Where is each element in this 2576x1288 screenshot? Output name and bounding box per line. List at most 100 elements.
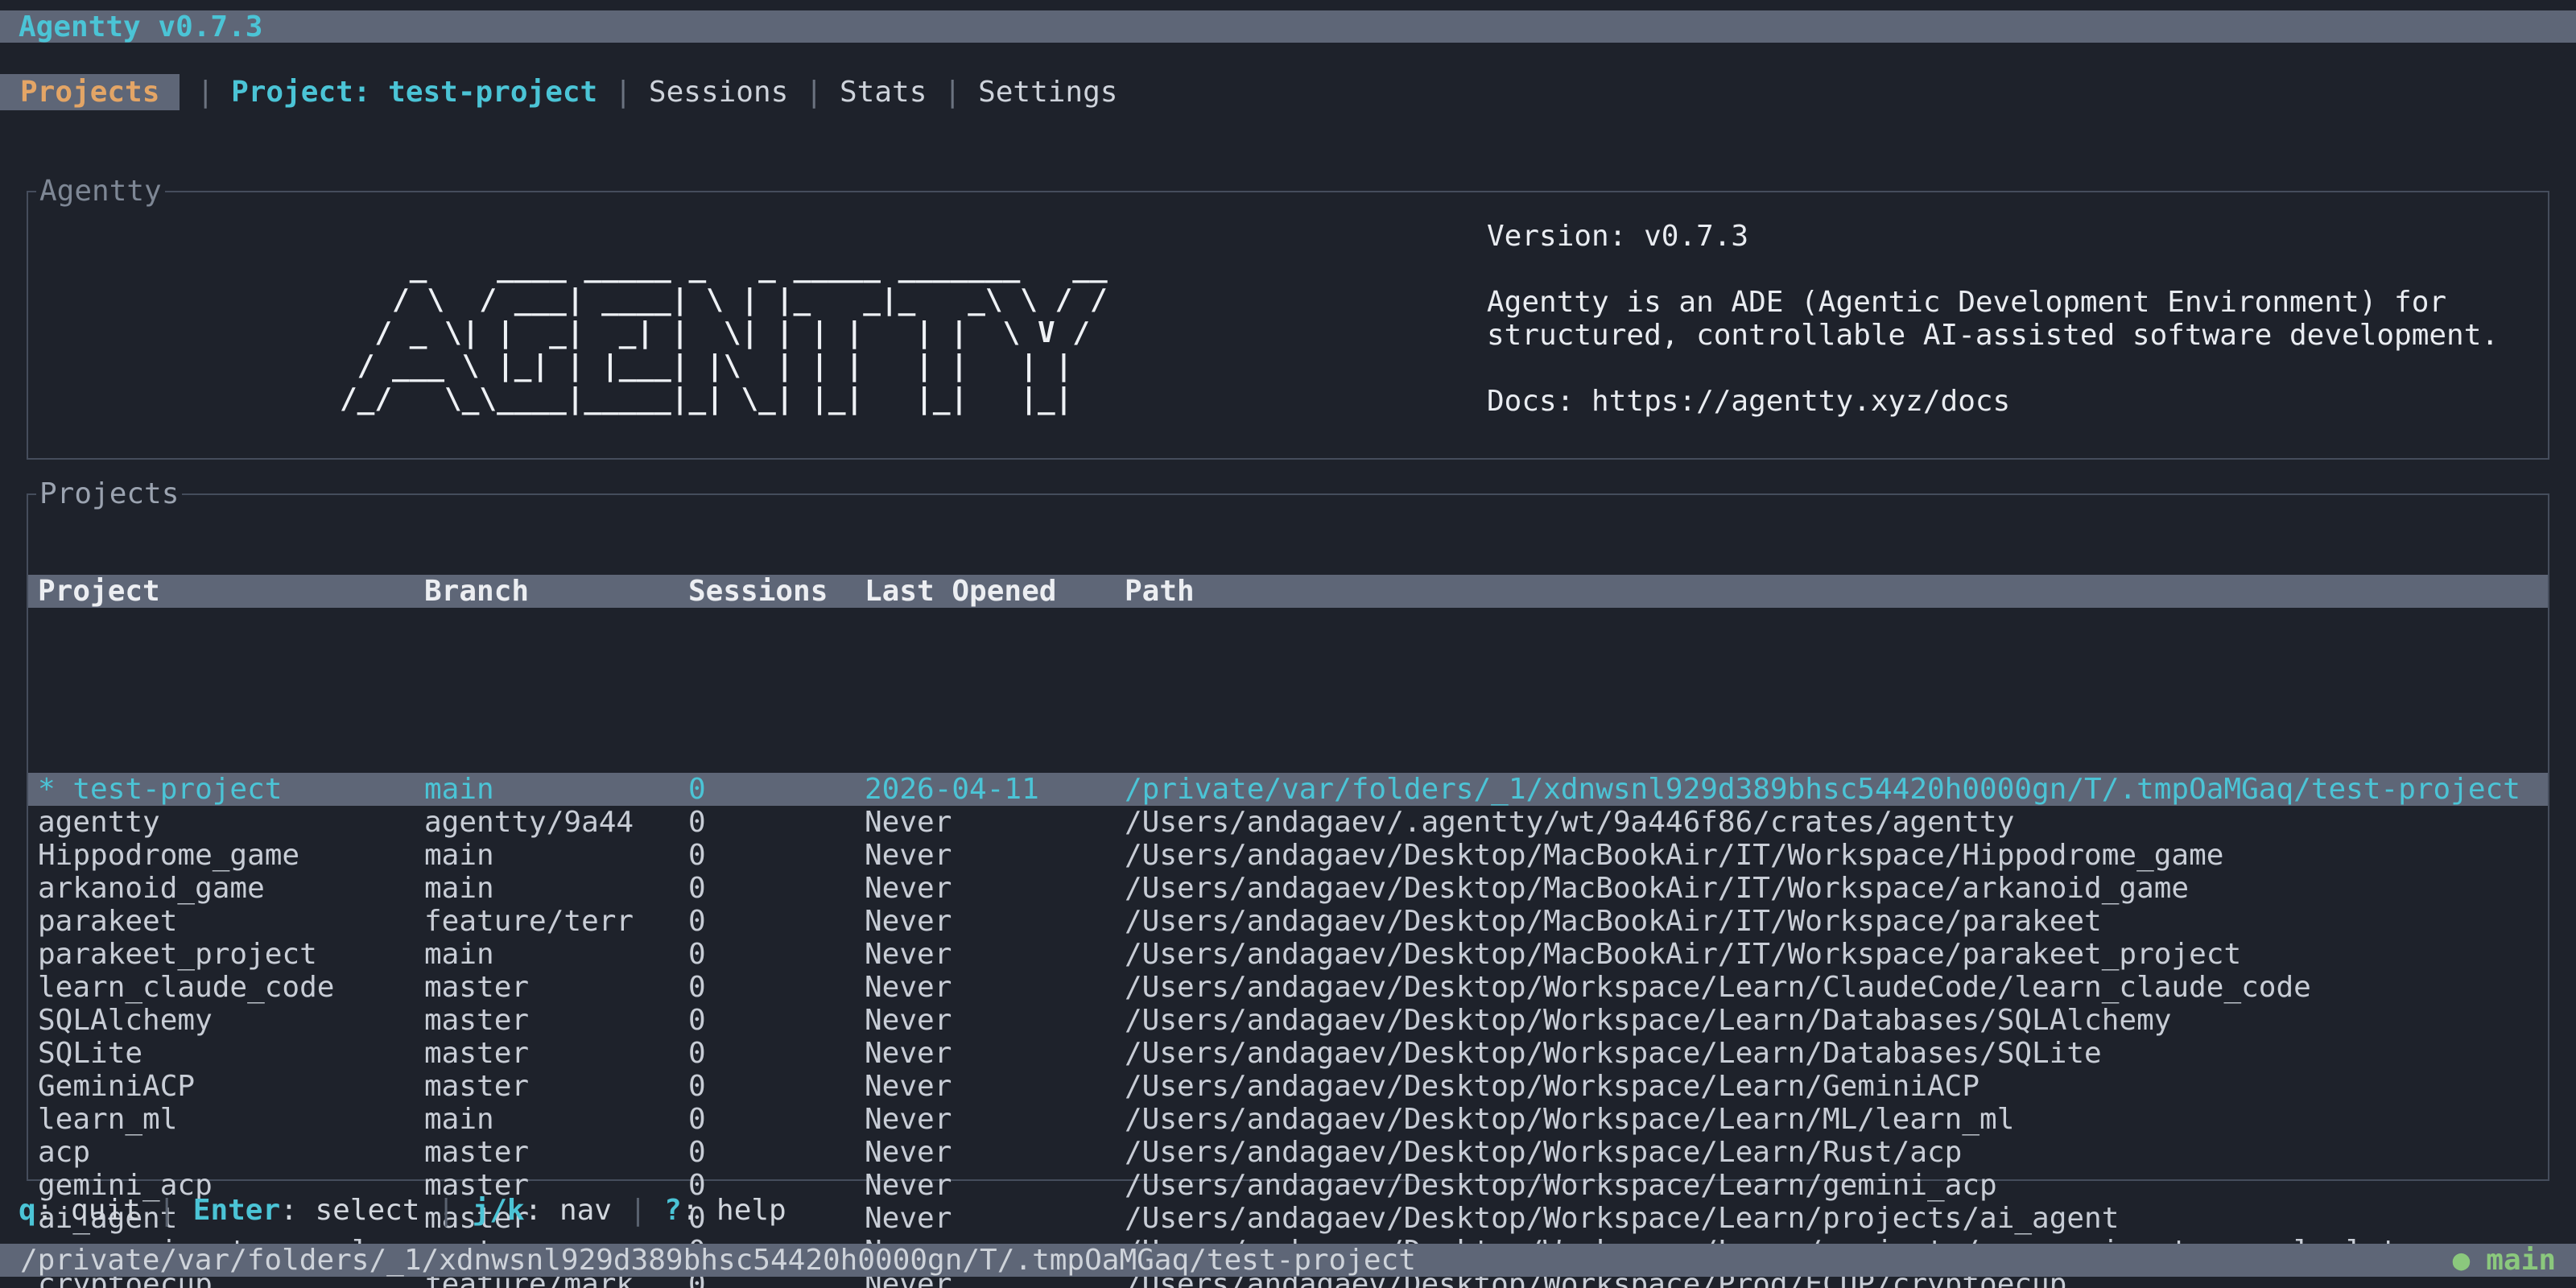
cell-last-opened: Never — [865, 806, 1125, 839]
cell-branch: main — [424, 938, 688, 971]
cell-path: /Users/andagaev/Desktop/MacBookAir/IT/Wo… — [1125, 905, 2548, 938]
ascii-logo: _ ____ _____ _ _ _____ _______ __ / \ / … — [340, 250, 1108, 415]
cell-last-opened: Never — [865, 938, 1125, 971]
table-header-row: Project Branch Sessions Last Opened Path — [28, 575, 2548, 608]
cell-sessions: 0 — [688, 839, 865, 872]
cell-branch: agentty/9a44 — [424, 806, 688, 839]
app-title: Agentty v0.7.3 — [19, 10, 262, 43]
agentty-panel-label: Agentty — [36, 175, 165, 208]
help-key-enter: Enter — [193, 1194, 280, 1227]
help-key-q: q — [19, 1194, 36, 1227]
cell-branch: master — [424, 1136, 688, 1169]
cell-path: /Users/andagaev/Desktop/Workspace/Learn/… — [1125, 971, 2548, 1004]
table-row[interactable]: parakeetfeature/terr0Never/Users/andagae… — [28, 905, 2548, 938]
tab-bar: Projects | Project: test-project | Sessions |… — [0, 74, 2576, 110]
cell-project: parakeet — [38, 905, 424, 938]
cell-project: SQLite — [38, 1037, 424, 1070]
tab-separator: | — [805, 76, 823, 109]
cell-path: /Users/andagaev/Desktop/Workspace/Learn/… — [1125, 1169, 2548, 1202]
cell-sessions: 0 — [688, 872, 865, 905]
table-row[interactable]: parakeet_projectmain0Never/Users/andagae… — [28, 938, 2548, 971]
cell-path: /Users/andagaev/Desktop/Workspace/Learn/… — [1125, 1202, 2548, 1235]
col-header-sessions: Sessions — [688, 575, 865, 608]
cell-project: Hippodrome_game — [38, 839, 424, 872]
cell-last-opened: Never — [865, 1037, 1125, 1070]
tab-stats[interactable]: Stats — [840, 74, 927, 110]
cell-path: /Users/andagaev/Desktop/Workspace/Learn/… — [1125, 1136, 2548, 1169]
help-separator: | — [141, 1194, 193, 1227]
help-separator: | — [420, 1194, 473, 1227]
table-row[interactable]: learn_claude_codemaster0Never/Users/anda… — [28, 971, 2548, 1004]
col-header-last-opened: Last Opened — [865, 575, 1125, 608]
help-separator: | — [612, 1194, 664, 1227]
cell-project: learn_ml — [38, 1103, 424, 1136]
table-row[interactable]: arkanoid_gamemain0Never/Users/andagaev/D… — [28, 872, 2548, 905]
projects-panel-label: Projects — [36, 477, 182, 510]
cell-sessions: 0 — [688, 905, 865, 938]
cell-branch: main — [424, 839, 688, 872]
tab-projects[interactable]: Projects — [0, 74, 180, 110]
table-row[interactable]: * test-projectmain02026-04-11/private/va… — [28, 773, 2548, 806]
projects-table: Project Branch Sessions Last Opened Path… — [28, 509, 2548, 1288]
cell-sessions: 0 — [688, 938, 865, 971]
cell-project: acp — [38, 1136, 424, 1169]
cell-last-opened: Never — [865, 839, 1125, 872]
table-row[interactable]: Hippodrome_gamemain0Never/Users/andagaev… — [28, 839, 2548, 872]
cell-last-opened: Never — [865, 1103, 1125, 1136]
title-bar: Agentty v0.7.3 — [0, 10, 2576, 43]
cell-last-opened: Never — [865, 1169, 1125, 1202]
cell-project: * test-project — [38, 773, 424, 806]
branch-dot-icon: ● — [2453, 1244, 2471, 1277]
tab-settings[interactable]: Settings — [978, 74, 1117, 110]
col-header-path: Path — [1125, 575, 2548, 608]
table-row[interactable]: GeminiACPmaster0Never/Users/andagaev/Des… — [28, 1070, 2548, 1103]
version-info: Version: v0.7.3 Agentty is an ADE (Agent… — [1487, 220, 2499, 418]
terminal-screen: Agentty v0.7.3 Projects | Project: test-pr… — [0, 0, 2576, 1288]
help-desc-nav: : nav — [525, 1194, 612, 1227]
status-path: /private/var/folders/_1/xdnwsnl929d389bh… — [20, 1244, 1416, 1277]
help-bar: q: quit | Enter: select | j/k: nav | ?: … — [19, 1194, 786, 1227]
cell-sessions: 0 — [688, 1004, 865, 1037]
table-row[interactable]: learn_mlmain0Never/Users/andagaev/Deskto… — [28, 1103, 2548, 1136]
help-key-: ? — [664, 1194, 682, 1227]
tab-sessions[interactable]: Sessions — [649, 74, 788, 110]
tab-separator: | — [196, 76, 214, 109]
cell-last-opened: Never — [865, 1136, 1125, 1169]
table-row[interactable]: agenttyagentty/9a440Never/Users/andagaev… — [28, 806, 2548, 839]
cell-sessions: 0 — [688, 1103, 865, 1136]
cell-last-opened: Never — [865, 1070, 1125, 1103]
cell-sessions: 0 — [688, 773, 865, 806]
tab-separator: | — [943, 76, 961, 109]
cell-last-opened: Never — [865, 1202, 1125, 1235]
help-desc-help: : help — [682, 1194, 786, 1227]
tab-separator: | — [614, 76, 632, 109]
cell-last-opened: Never — [865, 872, 1125, 905]
cell-branch: master — [424, 1004, 688, 1037]
branch-name: main — [2486, 1244, 2556, 1277]
help-key-j-k: j/k — [473, 1194, 525, 1227]
cell-path: /Users/andagaev/Desktop/Workspace/Learn/… — [1125, 1037, 2548, 1070]
table-row[interactable]: acpmaster0Never/Users/andagaev/Desktop/W… — [28, 1136, 2548, 1169]
cell-sessions: 0 — [688, 1136, 865, 1169]
cell-branch: feature/terr — [424, 905, 688, 938]
table-row[interactable]: SQLAlchemymaster0Never/Users/andagaev/De… — [28, 1004, 2548, 1037]
cell-sessions: 0 — [688, 1070, 865, 1103]
table-row[interactable]: SQLitemaster0Never/Users/andagaev/Deskto… — [28, 1037, 2548, 1070]
cell-path: /Users/andagaev/Desktop/Workspace/Learn/… — [1125, 1070, 2548, 1103]
cell-project: parakeet_project — [38, 938, 424, 971]
col-header-project: Project — [38, 575, 424, 608]
tab-project-test-project[interactable]: Project: test-project — [231, 74, 597, 110]
status-bar: /private/var/folders/_1/xdnwsnl929d389bh… — [0, 1244, 2576, 1277]
branch-indicator: ● main — [2453, 1244, 2556, 1277]
cell-project: agentty — [38, 806, 424, 839]
help-desc-select: : select — [280, 1194, 419, 1227]
cell-sessions: 0 — [688, 1037, 865, 1070]
cell-project: learn_claude_code — [38, 971, 424, 1004]
projects-panel: Projects Project Branch Sessions Last Op… — [27, 493, 2549, 1181]
cell-last-opened: Never — [865, 905, 1125, 938]
cell-branch: master — [424, 971, 688, 1004]
cell-last-opened: Never — [865, 1004, 1125, 1037]
table-header-gap — [28, 674, 2548, 707]
cell-sessions: 0 — [688, 806, 865, 839]
cell-path: /Users/andagaev/Desktop/Workspace/Learn/… — [1125, 1103, 2548, 1136]
